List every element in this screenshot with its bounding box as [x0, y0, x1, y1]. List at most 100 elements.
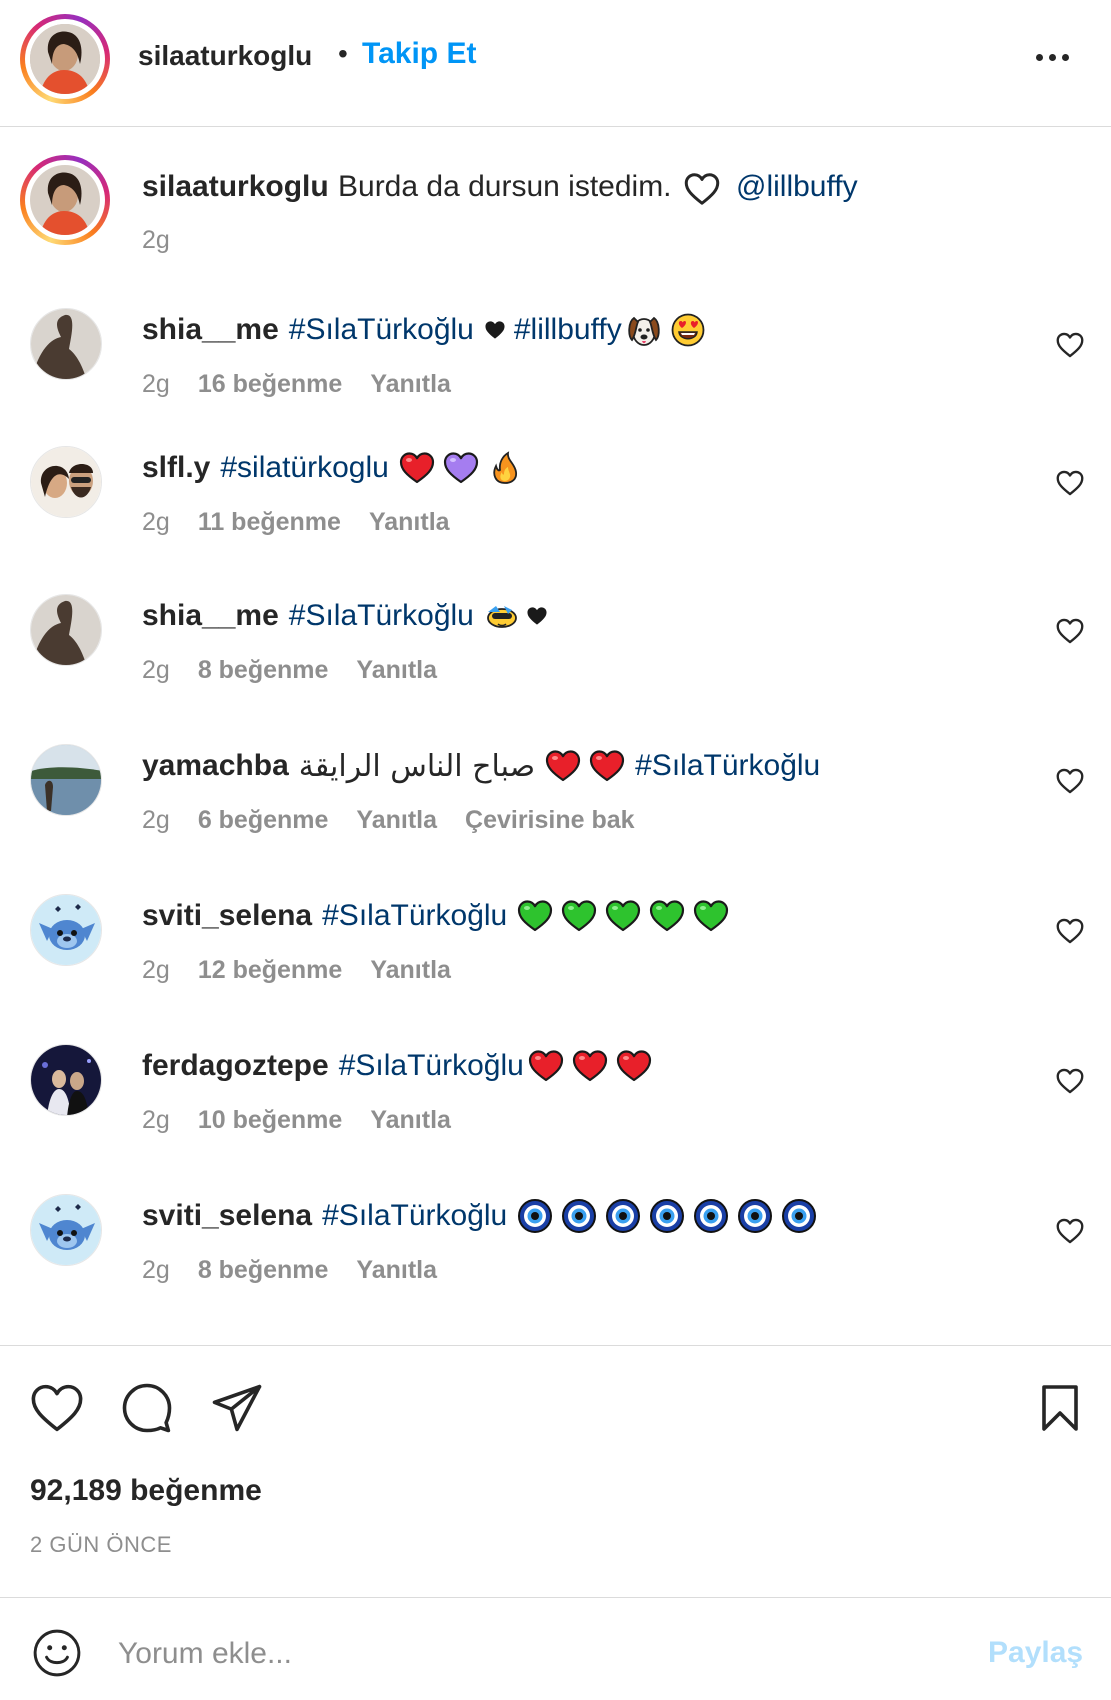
red-heart-icon [589, 748, 625, 784]
like-comment-heart-icon[interactable] [1056, 470, 1084, 496]
nazar-amulet-icon [781, 1198, 817, 1234]
more-horizontal-icon[interactable] [1034, 52, 1072, 64]
like-comment-heart-icon[interactable] [1056, 618, 1084, 644]
comment-item: sviti_selena #SılaTürkoğlu 2g 8 beğenme … [0, 1194, 1111, 1324]
caption-avatar-ring[interactable] [20, 155, 110, 245]
nazar-amulet-icon [737, 1198, 773, 1234]
red-heart-icon [545, 748, 581, 784]
divider [0, 1597, 1111, 1598]
avatar[interactable] [30, 446, 102, 518]
divider [0, 1345, 1111, 1346]
comment-likes[interactable]: 11 beğenme [198, 508, 341, 537]
reply-button[interactable]: Yanıtla [356, 806, 437, 835]
comment-username[interactable]: sviti_selena [142, 1199, 312, 1233]
follow-button[interactable]: Takip Et [362, 37, 476, 71]
comment-line: sviti_selena #SılaTürkoğlu [142, 896, 733, 936]
caption-username[interactable]: silaaturkoglu [142, 170, 329, 204]
like-comment-heart-icon[interactable] [1056, 768, 1084, 794]
comment-likes[interactable]: 6 beğenme [198, 806, 329, 835]
see-translation-button[interactable]: Çevirisine bak [465, 806, 635, 835]
comment-line: sviti_selena #SılaTürkoğlu [142, 1196, 821, 1236]
comment-item: sviti_selena #SılaTürkoğlu 2g 12 beğenme… [0, 894, 1111, 1024]
comment-meta: 2g 8 beğenme Yanıtla [142, 1256, 437, 1285]
avatar[interactable] [30, 594, 102, 666]
like-comment-heart-icon[interactable] [1056, 1218, 1084, 1244]
reply-button[interactable]: Yanıtla [369, 508, 450, 537]
comment-username[interactable]: shia__me [142, 599, 279, 633]
post-likes-count[interactable]: 92,189 beğenme [30, 1474, 262, 1508]
reply-button[interactable]: Yanıtla [356, 656, 437, 685]
comment-likes[interactable]: 16 beğenme [198, 370, 343, 399]
reply-button[interactable]: Yanıtla [370, 956, 451, 985]
avatar[interactable] [30, 894, 102, 966]
green-heart-icon [605, 898, 641, 934]
post-date: 2 GÜN ÖNCE [30, 1532, 172, 1557]
comment-meta: 2g 8 beğenme Yanıtla [142, 656, 437, 685]
caption-mention[interactable]: @lillbuffy [736, 170, 858, 204]
like-comment-heart-icon[interactable] [1056, 1068, 1084, 1094]
comment-likes[interactable]: 8 beğenme [198, 656, 329, 685]
black-heart-icon [484, 320, 506, 340]
avatar[interactable] [30, 1194, 102, 1266]
hashtag[interactable]: #SılaTürkoğlu [339, 1049, 524, 1083]
avatar[interactable] [30, 165, 100, 235]
comment-username[interactable]: sviti_selena [142, 899, 312, 933]
reply-button[interactable]: Yanıtla [370, 1106, 451, 1135]
header-username[interactable]: silaaturkoglu [138, 40, 312, 72]
profile-avatar-ring[interactable] [20, 14, 110, 104]
purple-heart-icon [443, 450, 479, 486]
reply-button[interactable]: Yanıtla [370, 370, 451, 399]
comment-time: 2g [142, 656, 170, 684]
dizzy-star-face-icon [484, 598, 520, 634]
emoji-icon[interactable] [32, 1628, 82, 1678]
comment-likes[interactable]: 12 beğenme [198, 956, 343, 985]
comment-item: shia__me #SılaTürkoğlu #lillbuffy 2g 16 … [0, 308, 1111, 438]
caption-time: 2g [142, 226, 170, 254]
red-heart-icon [616, 1048, 652, 1084]
comment-username[interactable]: shia__me [142, 313, 279, 347]
hashtag[interactable]: #SılaTürkoğlu [289, 313, 474, 347]
comment-meta: 2g 11 beğenme Yanıtla [142, 508, 450, 537]
comment-item: shia__me #SılaTürkoğlu 2g 8 beğenme Yanı… [0, 594, 1111, 724]
comment-icon[interactable] [120, 1381, 174, 1435]
hashtag[interactable]: #lillbuffy [514, 313, 622, 347]
like-comment-heart-icon[interactable] [1056, 332, 1084, 358]
comment-username[interactable]: yamachba [142, 749, 289, 783]
white-heart-icon [684, 172, 720, 206]
send-icon[interactable] [210, 1383, 264, 1433]
comment-time: 2g [142, 1106, 170, 1134]
bookmark-icon[interactable] [1040, 1383, 1080, 1433]
nazar-amulet-icon [693, 1198, 729, 1234]
green-heart-icon [517, 898, 553, 934]
avatar[interactable] [30, 308, 102, 380]
avatar[interactable] [30, 24, 100, 94]
comment-likes[interactable]: 10 beğenme [198, 1106, 343, 1135]
hashtag[interactable]: #SılaTürkoğlu [322, 899, 507, 933]
hashtag[interactable]: #SılaTürkoğlu [322, 1199, 507, 1233]
comment-item: ferdagoztepe #SılaTürkoğlu 2g 10 beğenme… [0, 1044, 1111, 1174]
avatar[interactable] [30, 1044, 102, 1116]
comment-meta: 2g 16 beğenme Yanıtla [142, 370, 451, 399]
share-button[interactable]: Paylaş [988, 1636, 1083, 1670]
heart-icon[interactable] [30, 1383, 84, 1433]
red-heart-icon [528, 1048, 564, 1084]
comment-likes[interactable]: 8 beğenme [198, 1256, 329, 1285]
hashtag[interactable]: #SılaTürkoğlu [635, 749, 820, 783]
comment-meta: 2g 6 beğenme Yanıtla Çevirisine bak [142, 806, 635, 835]
reply-button[interactable]: Yanıtla [356, 1256, 437, 1285]
comment-time: 2g [142, 1256, 170, 1284]
comment-username[interactable]: slfl.y [142, 451, 210, 485]
comment-input[interactable] [118, 1630, 968, 1678]
black-heart-icon [526, 606, 548, 626]
fire-icon [487, 450, 523, 486]
nazar-amulet-icon [561, 1198, 597, 1234]
comment-username[interactable]: ferdagoztepe [142, 1049, 329, 1083]
hashtag[interactable]: #SılaTürkoğlu [289, 599, 474, 633]
hashtag[interactable]: #silatürkoglu [220, 451, 388, 485]
separator-dot: • [338, 38, 348, 69]
comment-line: yamachba صباح الناس الرايقة #SılaTürkoğl… [142, 746, 820, 786]
comment-item: yamachba صباح الناس الرايقة #SılaTürkoğl… [0, 744, 1111, 874]
like-comment-heart-icon[interactable] [1056, 918, 1084, 944]
avatar[interactable] [30, 744, 102, 816]
red-heart-icon [572, 1048, 608, 1084]
